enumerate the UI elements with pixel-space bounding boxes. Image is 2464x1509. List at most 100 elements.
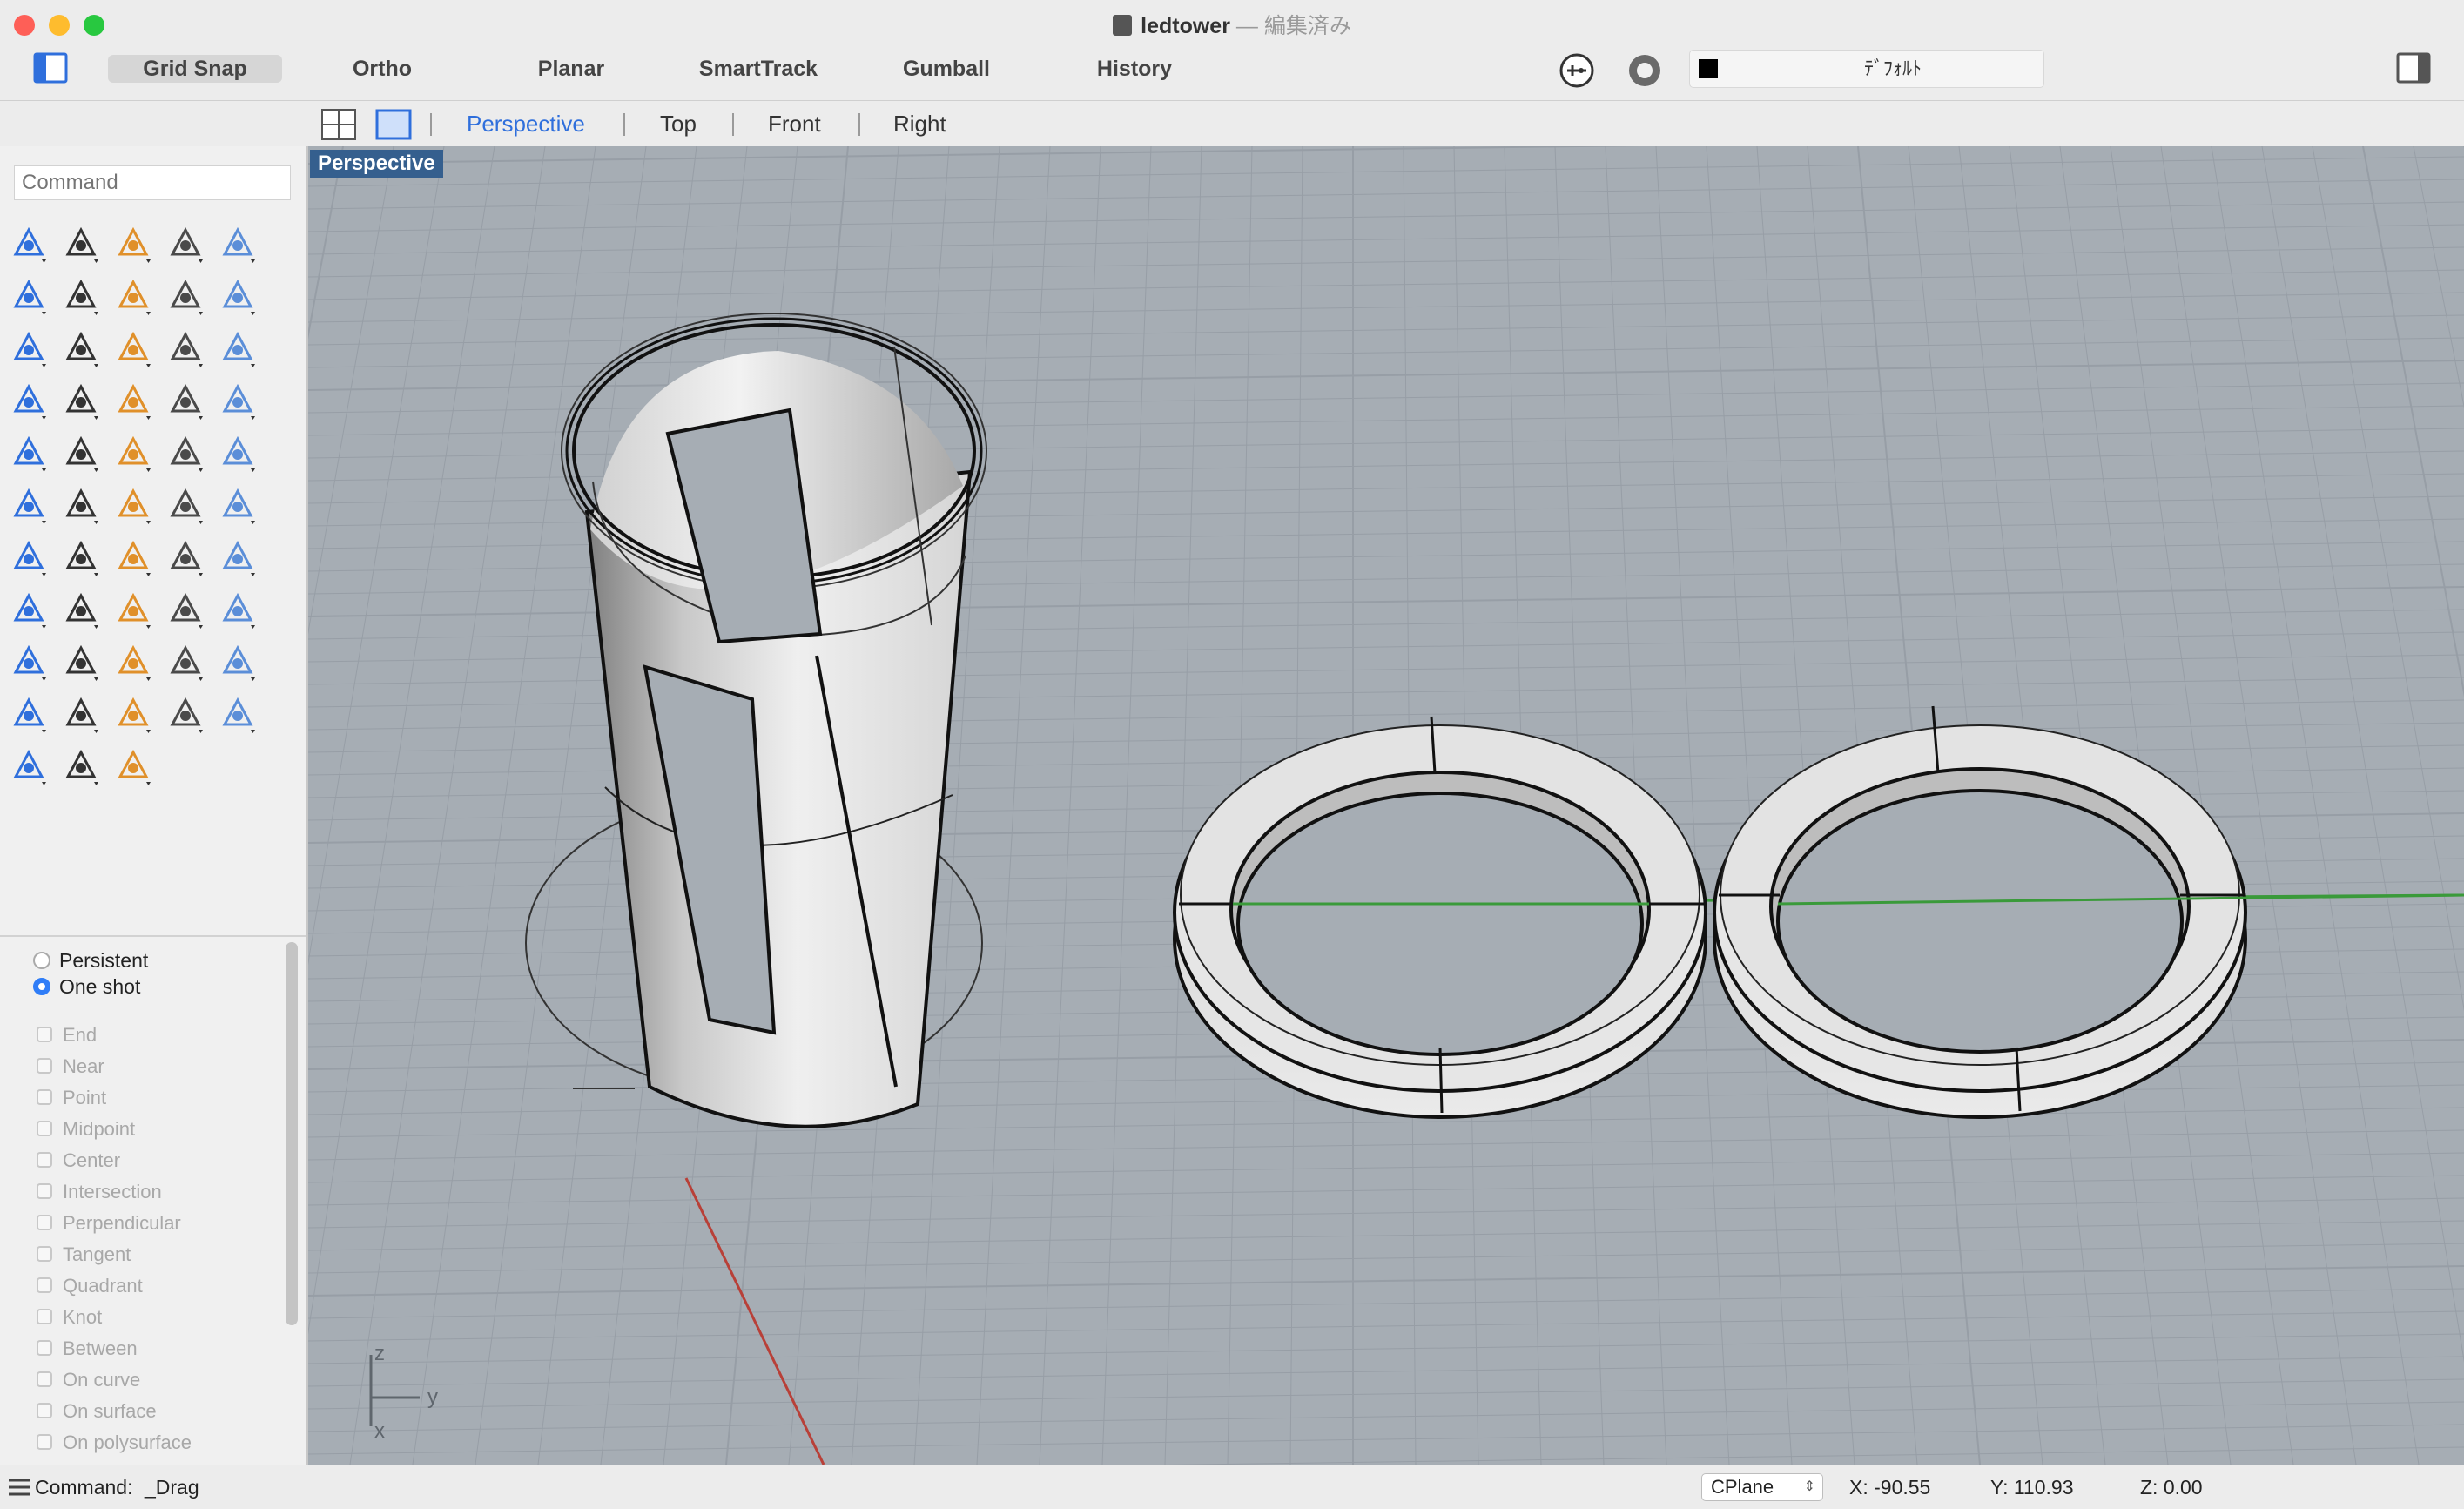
viewport-title[interactable]: Perspective	[310, 150, 443, 178]
osnap-scrollbar[interactable]	[286, 942, 298, 1325]
tab-front[interactable]: Front	[768, 108, 821, 139]
osnap-checkbox[interactable]	[37, 1152, 52, 1168]
osnap-checkbox[interactable]	[37, 1215, 52, 1230]
osnap-filter-icon[interactable]	[1559, 52, 1595, 89]
persistent-radio[interactable]	[33, 952, 50, 969]
wireframe-sphere-icon[interactable]	[216, 691, 259, 735]
tab-right[interactable]: Right	[893, 108, 946, 139]
cylinder-icon[interactable]	[216, 326, 259, 369]
circle-icon[interactable]	[216, 221, 259, 265]
sphere-icon[interactable]	[164, 326, 207, 369]
camera-icon[interactable]	[59, 744, 103, 787]
transform-icon[interactable]	[111, 482, 155, 526]
stepper-icon: ⇕	[1803, 1479, 1815, 1494]
edit-state: 編集済み	[1263, 14, 1351, 38]
perspective-viewport[interactable]: z y x Perspective	[308, 146, 2464, 1465]
polyline-icon[interactable]	[111, 221, 155, 265]
cplane-selector[interactable]: CPlane ⇕	[1701, 1473, 1823, 1501]
command-input[interactable]	[14, 165, 291, 200]
move-icon[interactable]	[7, 482, 50, 526]
tower-cylinder	[525, 313, 987, 1128]
title-separator: —	[1235, 14, 1258, 38]
check-icon[interactable]	[164, 535, 207, 578]
render-sphere-icon[interactable]	[7, 744, 50, 787]
align-icon[interactable]	[59, 535, 103, 578]
planar-button[interactable]: Planar	[515, 55, 628, 83]
group-icon[interactable]	[7, 430, 50, 474]
fillet-icon[interactable]	[164, 430, 207, 474]
lock-icon[interactable]	[7, 691, 50, 735]
osnap-label: Between	[63, 1337, 138, 1359]
history-menu-icon[interactable]	[7, 1478, 31, 1497]
arc-icon[interactable]	[59, 273, 103, 317]
select-arrow-icon[interactable]	[7, 221, 50, 265]
osnap-checkbox[interactable]	[37, 1246, 52, 1262]
material-icon[interactable]	[59, 691, 103, 735]
osnap-checkbox[interactable]	[37, 1403, 52, 1418]
fillet-curve-icon[interactable]	[216, 273, 259, 317]
osnap-checkbox[interactable]	[37, 1027, 52, 1042]
zoom-in-icon[interactable]	[59, 587, 103, 630]
history-button[interactable]: History	[1078, 55, 1191, 83]
offset-icon[interactable]	[111, 430, 155, 474]
axis-z-label: z	[374, 1342, 385, 1365]
osnap-checkbox[interactable]	[37, 1371, 52, 1387]
split-icon[interactable]	[216, 378, 259, 421]
extrude-surface-icon[interactable]	[59, 326, 103, 369]
car-icon[interactable]	[59, 639, 103, 683]
tab-top[interactable]: Top	[660, 108, 697, 139]
ortho-button[interactable]: Ortho	[326, 55, 439, 83]
box-edit-icon[interactable]	[164, 482, 207, 526]
light-bulb-icon[interactable]	[216, 639, 259, 683]
rectangle-icon[interactable]	[111, 273, 155, 317]
sidebar-left-icon[interactable]	[33, 52, 68, 84]
mesh-icon[interactable]	[7, 378, 50, 421]
ellipse-icon[interactable]	[7, 273, 50, 317]
hierarchy-icon[interactable]	[111, 744, 155, 787]
osnap-checkbox[interactable]	[37, 1434, 52, 1450]
dimension-icon[interactable]	[216, 482, 259, 526]
sidebar-right-icon[interactable]	[2396, 52, 2431, 84]
osnap-checkbox[interactable]	[37, 1058, 52, 1074]
named-view-icon[interactable]	[164, 639, 207, 683]
shaded-sphere-icon[interactable]	[164, 691, 207, 735]
osnap-checkbox[interactable]	[37, 1277, 52, 1293]
zoom-extents-icon[interactable]	[164, 587, 207, 630]
osnap-checkbox[interactable]	[37, 1089, 52, 1105]
plane-icon[interactable]	[111, 639, 155, 683]
zoom-selected-icon[interactable]	[111, 587, 155, 630]
point-icon[interactable]	[59, 221, 103, 265]
grid-line	[308, 246, 2464, 278]
osnap-checkbox[interactable]	[37, 1121, 52, 1136]
rotate-view-icon[interactable]	[7, 639, 50, 683]
osnap-checkbox[interactable]	[37, 1183, 52, 1199]
grid-line	[412, 146, 596, 1465]
smarttrack-button[interactable]: SmartTrack	[684, 55, 832, 83]
surface-icon[interactable]	[7, 326, 50, 369]
material-circle-icon[interactable]	[1626, 52, 1663, 89]
analyze-icon[interactable]	[111, 535, 155, 578]
gumball-button[interactable]: Gumball	[890, 55, 1003, 83]
grid-snap-button[interactable]: Grid Snap	[108, 55, 282, 83]
array-icon[interactable]	[59, 482, 103, 526]
grid-array-icon[interactable]	[7, 535, 50, 578]
polygon-icon[interactable]	[164, 273, 207, 317]
patch-icon[interactable]	[59, 378, 103, 421]
layers-icon[interactable]	[59, 430, 103, 474]
zoom-window-icon[interactable]	[7, 587, 50, 630]
text-icon[interactable]	[216, 430, 259, 474]
box-icon[interactable]	[111, 326, 155, 369]
single-viewport-icon[interactable]	[374, 108, 413, 141]
osnap-checkbox[interactable]	[37, 1309, 52, 1324]
block-icon[interactable]	[216, 535, 259, 578]
osnap-checkbox[interactable]	[37, 1340, 52, 1356]
zoom-icon[interactable]	[216, 587, 259, 630]
color-wheel-icon[interactable]	[111, 691, 155, 735]
curve-icon[interactable]	[164, 221, 207, 265]
one-shot-radio[interactable]	[33, 978, 50, 995]
tab-perspective[interactable]: Perspective	[467, 108, 585, 139]
four-viewports-icon[interactable]	[320, 108, 357, 141]
boolean-icon[interactable]	[111, 378, 155, 421]
trim-icon[interactable]	[164, 378, 207, 421]
layer-selector[interactable]: ﾃﾞﾌｫﾙﾄ	[1689, 50, 2044, 88]
